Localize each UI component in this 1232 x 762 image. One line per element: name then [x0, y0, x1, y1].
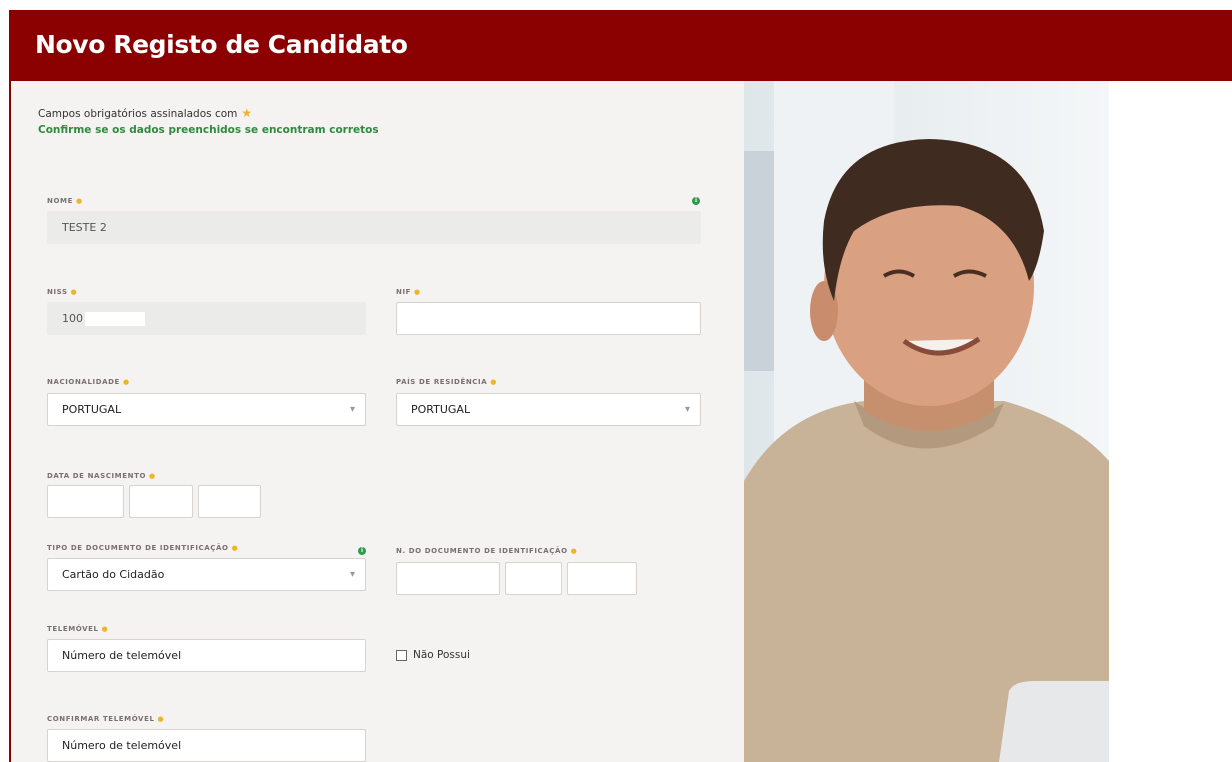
nome-label: NOME ●	[47, 197, 83, 205]
telemovel-input[interactable]: Número de telemóvel	[47, 639, 366, 672]
chevron-down-icon: ▾	[684, 404, 690, 415]
pais-residencia-label: PAÍS DE RESIDÊNCIA ●	[396, 378, 497, 386]
nacionalidade-label: NACIONALIDADE ●	[47, 378, 130, 386]
niss-label: NISS ●	[47, 288, 77, 296]
page-title: Novo Registo de Candidato	[35, 30, 408, 59]
required-fields-note: Campos obrigatórios assinalados com ★	[38, 106, 252, 120]
required-star-icon: ●	[157, 715, 165, 723]
required-star-icon: ●	[231, 544, 239, 552]
data-nascimento-label-text: DATA DE NASCIMENTO	[47, 472, 146, 480]
niss-field[interactable]: 100	[47, 302, 366, 335]
birth-month-field[interactable]	[129, 485, 193, 518]
required-star-icon: ●	[122, 378, 130, 386]
required-star-icon: ●	[75, 197, 83, 205]
n-documento-label: N. DO DOCUMENTO DE IDENTIFICAÇÃO ●	[396, 547, 577, 555]
tipo-documento-label-text: TIPO DE DOCUMENTO DE IDENTIFICAÇÃO	[47, 544, 229, 552]
n-documento-label-text: N. DO DOCUMENTO DE IDENTIFICAÇÃO	[396, 547, 568, 555]
required-star-icon: ●	[570, 547, 578, 555]
telemovel-placeholder: Número de telemóvel	[62, 649, 182, 662]
confirm-data-note: Confirme se os dados preenchidos se enco…	[38, 124, 379, 136]
man-at-laptop-image	[744, 81, 1109, 762]
chevron-down-icon: ▾	[349, 569, 355, 580]
nome-field[interactable]: TESTE 2	[47, 211, 701, 244]
nacionalidade-select[interactable]: PORTUGAL ▾	[47, 393, 366, 426]
tipo-documento-select[interactable]: Cartão do Cidadão ▾	[47, 558, 366, 591]
pais-residencia-value: PORTUGAL	[411, 403, 471, 416]
confirmar-telemovel-label-text: CONFIRMAR TELEMÓVEL	[47, 715, 155, 723]
required-note-text: Campos obrigatórios assinalados com	[38, 108, 238, 120]
redacted-block	[85, 311, 145, 326]
page-header: Novo Registo de Candidato	[11, 10, 1232, 81]
documento-number-field[interactable]	[396, 562, 500, 595]
nif-field[interactable]	[396, 302, 701, 335]
tipo-documento-label: TIPO DE DOCUMENTO DE IDENTIFICAÇÃO ●	[47, 544, 238, 552]
required-star-icon: ●	[414, 288, 421, 296]
confirmar-telemovel-placeholder: Número de telemóvel	[62, 739, 182, 752]
data-nascimento-label: DATA DE NASCIMENTO ●	[47, 472, 156, 480]
nao-possui-label: Não Possui	[413, 649, 470, 661]
pais-residencia-select[interactable]: PORTUGAL ▾	[396, 393, 701, 426]
niss-label-text: NISS	[47, 288, 68, 296]
nao-possui-checkbox[interactable]	[396, 650, 407, 661]
required-star-icon: ●	[149, 472, 156, 480]
documento-check-digit-field[interactable]	[505, 562, 562, 595]
birth-day-field[interactable]	[47, 485, 124, 518]
nacionalidade-label-text: NACIONALIDADE	[47, 378, 120, 386]
nif-label: NIF ●	[396, 288, 421, 296]
telemovel-label-text: TELEMÓVEL	[47, 625, 99, 633]
star-icon: ★	[241, 106, 253, 120]
info-icon[interactable]: i	[358, 547, 366, 555]
birth-year-field[interactable]	[198, 485, 261, 518]
right-margin	[1109, 81, 1232, 762]
pais-residencia-label-text: PAÍS DE RESIDÊNCIA	[396, 378, 488, 386]
tipo-documento-value: Cartão do Cidadão	[62, 568, 165, 581]
chevron-down-icon: ▾	[349, 404, 355, 415]
required-star-icon: ●	[490, 378, 497, 386]
nome-label-text: NOME	[47, 197, 73, 205]
documento-version-field[interactable]	[567, 562, 637, 595]
nacionalidade-value: PORTUGAL	[62, 403, 122, 416]
hero-photo	[744, 81, 1109, 762]
confirmar-telemovel-input[interactable]: Número de telemóvel	[47, 729, 366, 762]
info-icon[interactable]: i	[692, 197, 700, 205]
niss-value: 100	[62, 312, 83, 325]
confirmar-telemovel-label: CONFIRMAR TELEMÓVEL ●	[47, 715, 164, 723]
required-star-icon: ●	[101, 625, 109, 633]
nif-label-text: NIF	[396, 288, 412, 296]
nome-value: TESTE 2	[62, 221, 107, 234]
telemovel-label: TELEMÓVEL ●	[47, 625, 108, 633]
required-star-icon: ●	[70, 288, 78, 296]
